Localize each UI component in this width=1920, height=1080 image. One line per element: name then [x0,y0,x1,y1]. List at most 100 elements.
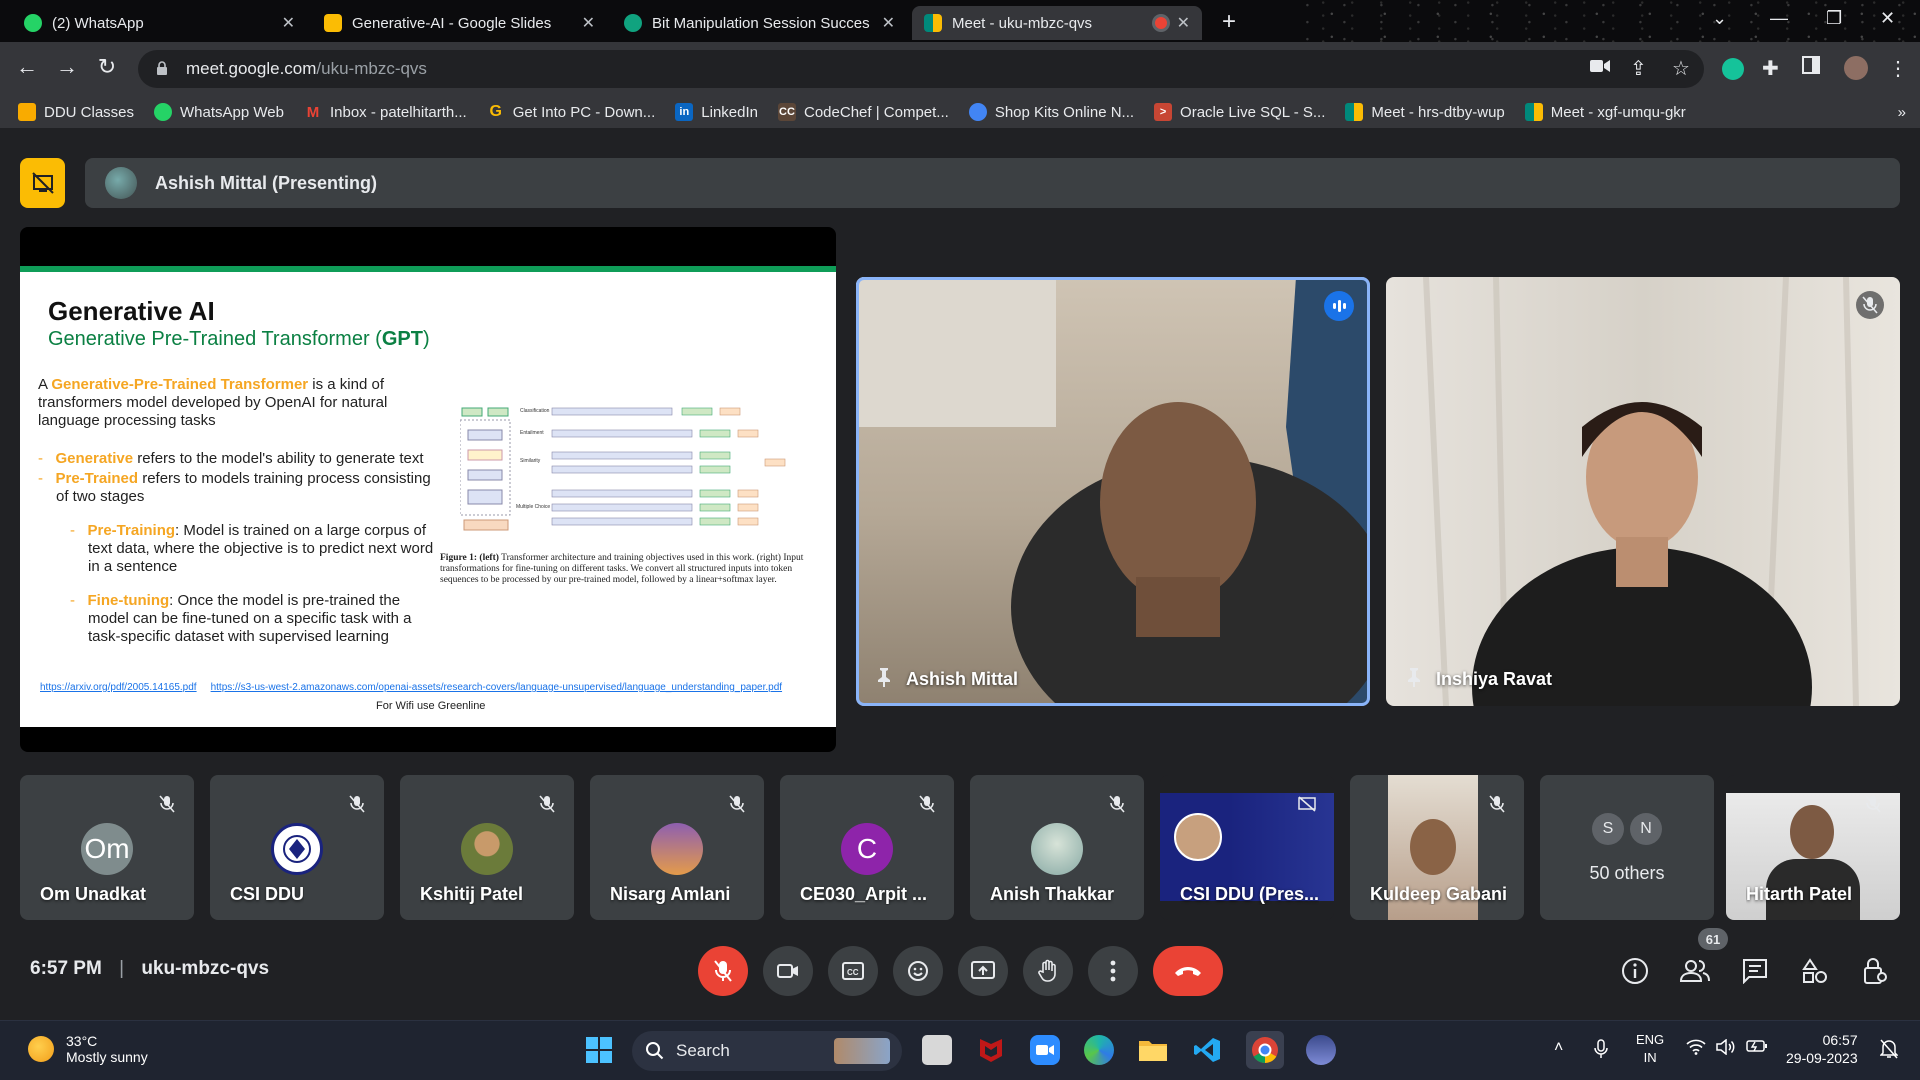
windows-start-icon[interactable] [584,1035,614,1065]
reactions-button[interactable] [893,946,943,996]
forward-button[interactable]: → [52,54,82,80]
others-avatars: S N [1592,813,1662,845]
toggle-mic-button[interactable] [698,946,748,996]
people-icon [1680,960,1710,982]
pin-icon[interactable] [1406,667,1422,692]
participant-tile[interactable]: Kshitij Patel [400,775,574,920]
video-tile-ashish[interactable]: Ashish Mittal [856,277,1370,706]
slide-link[interactable]: https://arxiv.org/pdf/2005.14165.pdf [40,682,197,693]
pin-icon[interactable] [876,667,892,692]
extensions-puzzle-icon[interactable]: ✚ [1762,56,1779,81]
side-panel-icon[interactable] [1802,56,1820,80]
chat-button[interactable] [1740,956,1770,986]
others-tile[interactable]: S N 50 others [1540,775,1714,920]
close-tab-icon[interactable]: ✕ [282,13,295,33]
toggle-camera-button[interactable] [763,946,813,996]
bookmark-item[interactable]: Meet - hrs-dtby-wup [1345,103,1505,121]
more-options-button[interactable] [1088,946,1138,996]
chevron-up-icon[interactable]: ˄ [1554,1039,1563,1057]
bookmark-item[interactable]: > Oracle Live SQL - S... [1154,103,1325,121]
host-controls-button[interactable] [1860,956,1890,986]
weather-widget[interactable]: 33°C Mostly sunny [28,1033,148,1065]
captions-button[interactable]: CC [828,946,878,996]
presenter-name: Ashish Mittal (Presenting) [155,172,378,193]
presentation-off-button[interactable] [20,158,65,208]
leave-call-button[interactable] [1153,946,1223,996]
lock-person-icon [1864,958,1887,984]
participant-name: Kuldeep Gabani [1370,884,1508,904]
close-tab-icon[interactable]: ✕ [882,13,895,33]
participant-tile[interactable]: Om Om Unadkat [20,775,194,920]
vscode-icon[interactable] [1192,1035,1222,1065]
camera-in-use-icon[interactable] [1590,56,1610,79]
taskbar-search[interactable]: Search [632,1031,902,1071]
video-tile-inshiya[interactable]: Inshiya Ravat [1386,277,1900,706]
bookmark-item[interactable]: Meet - xgf-umqu-gkr [1524,103,1686,121]
volume-icon[interactable] [1716,1038,1736,1060]
profile-avatar[interactable] [1844,56,1868,80]
mcafee-icon[interactable] [976,1035,1006,1065]
task-view-icon[interactable] [922,1035,952,1065]
microphone-icon[interactable] [1594,1039,1608,1064]
close-tab-icon[interactable]: ✕ [582,13,595,33]
folder-icon [18,103,36,121]
more-bookmarks-icon[interactable]: » [1898,104,1906,121]
figure-caption: Figure 1: (left) Transformer architectur… [440,553,804,585]
bookmark-item[interactable]: DDU Classes [18,103,134,121]
close-window-button[interactable]: ✕ [1880,8,1895,29]
slide-link[interactable]: https://s3-us-west-2.amazonaws.com/opena… [211,682,782,693]
participant-tile[interactable]: CSI DDU [210,775,384,920]
linkedin-icon: in [675,103,694,121]
chrome-icon[interactable] [1246,1031,1284,1069]
back-button[interactable]: ← [12,54,42,80]
file-explorer-icon[interactable] [1138,1035,1168,1065]
participant-tile[interactable]: Hitarth Patel [1726,775,1900,920]
battery-icon[interactable] [1746,1039,1768,1058]
minimize-button[interactable]: — [1770,8,1788,29]
participant-tile[interactable]: Anish Thakkar [970,775,1144,920]
activities-button[interactable] [1800,956,1830,986]
edge-icon[interactable] [1084,1035,1114,1065]
close-tab-icon[interactable]: ✕ [1177,13,1190,33]
participant-name: Nisarg Amlani [610,884,731,904]
zoom-icon[interactable] [1030,1035,1060,1065]
bookmark-item[interactable]: WhatsApp Web [154,103,284,121]
share-icon[interactable]: ⇪ [1630,56,1647,81]
mic-off-icon [154,791,180,817]
participant-tile[interactable]: CSI DDU (Pres... [1160,775,1334,920]
bookmark-item[interactable]: CC CodeChef | Compet... [778,103,949,121]
notifications-icon[interactable] [1879,1039,1899,1064]
grammarly-extension-icon[interactable] [1722,58,1744,80]
tab-meet[interactable]: Meet - uku-mbzc-qvs ✕ [912,6,1202,40]
slide-body: A Generative-Pre-Trained Transformer is … [38,376,434,645]
address-bar[interactable]: meet.google.com/uku-mbzc-qvs [138,50,1704,88]
chevron-down-icon[interactable]: ⌄ [1712,8,1727,29]
presentation-tile[interactable]: Generative AI Generative Pre-Trained Tra… [20,227,836,752]
participant-tile[interactable]: Kuldeep Gabani [1350,775,1524,920]
people-button[interactable] [1680,956,1710,986]
present-now-button[interactable] [958,946,1008,996]
system-clock[interactable]: 06:57 29-09-2023 [1786,1031,1858,1067]
bookmark-item[interactable]: in LinkedIn [675,103,758,121]
windows-taskbar: 33°C Mostly sunny Search ˄ ENG IN 06:57 … [0,1020,1920,1080]
language-indicator[interactable]: ENG IN [1636,1031,1664,1067]
meeting-details-button[interactable] [1620,956,1650,986]
bookmark-item[interactable]: Shop Kits Online N... [968,103,1134,121]
raise-hand-button[interactable] [1023,946,1073,996]
tab-chatgpt[interactable]: Bit Manipulation Session Succes ✕ [612,6,907,40]
chatgpt-icon [624,14,642,32]
eclipse-icon[interactable] [1306,1035,1336,1065]
tab-google-slides[interactable]: Generative-AI - Google Slides ✕ [312,6,607,40]
meeting-time: 6:57 PM [30,958,102,979]
bookmark-item[interactable]: M Inbox - patelhitarth... [304,103,467,121]
reload-button[interactable]: ↻ [92,54,122,80]
wifi-icon[interactable] [1686,1039,1706,1060]
participant-tile[interactable]: Nisarg Amlani [590,775,764,920]
maximize-button[interactable]: ❐ [1826,8,1842,29]
participant-tile[interactable]: C CE030_Arpit ... [780,775,954,920]
bookmark-star-icon[interactable]: ☆ [1672,56,1690,81]
tab-whatsapp[interactable]: (2) WhatsApp ✕ [12,6,307,40]
bookmark-item[interactable]: G Get Into PC - Down... [487,103,655,121]
menu-kebab-icon[interactable]: ⋮ [1888,56,1908,81]
new-tab-button[interactable]: + [1222,8,1236,36]
